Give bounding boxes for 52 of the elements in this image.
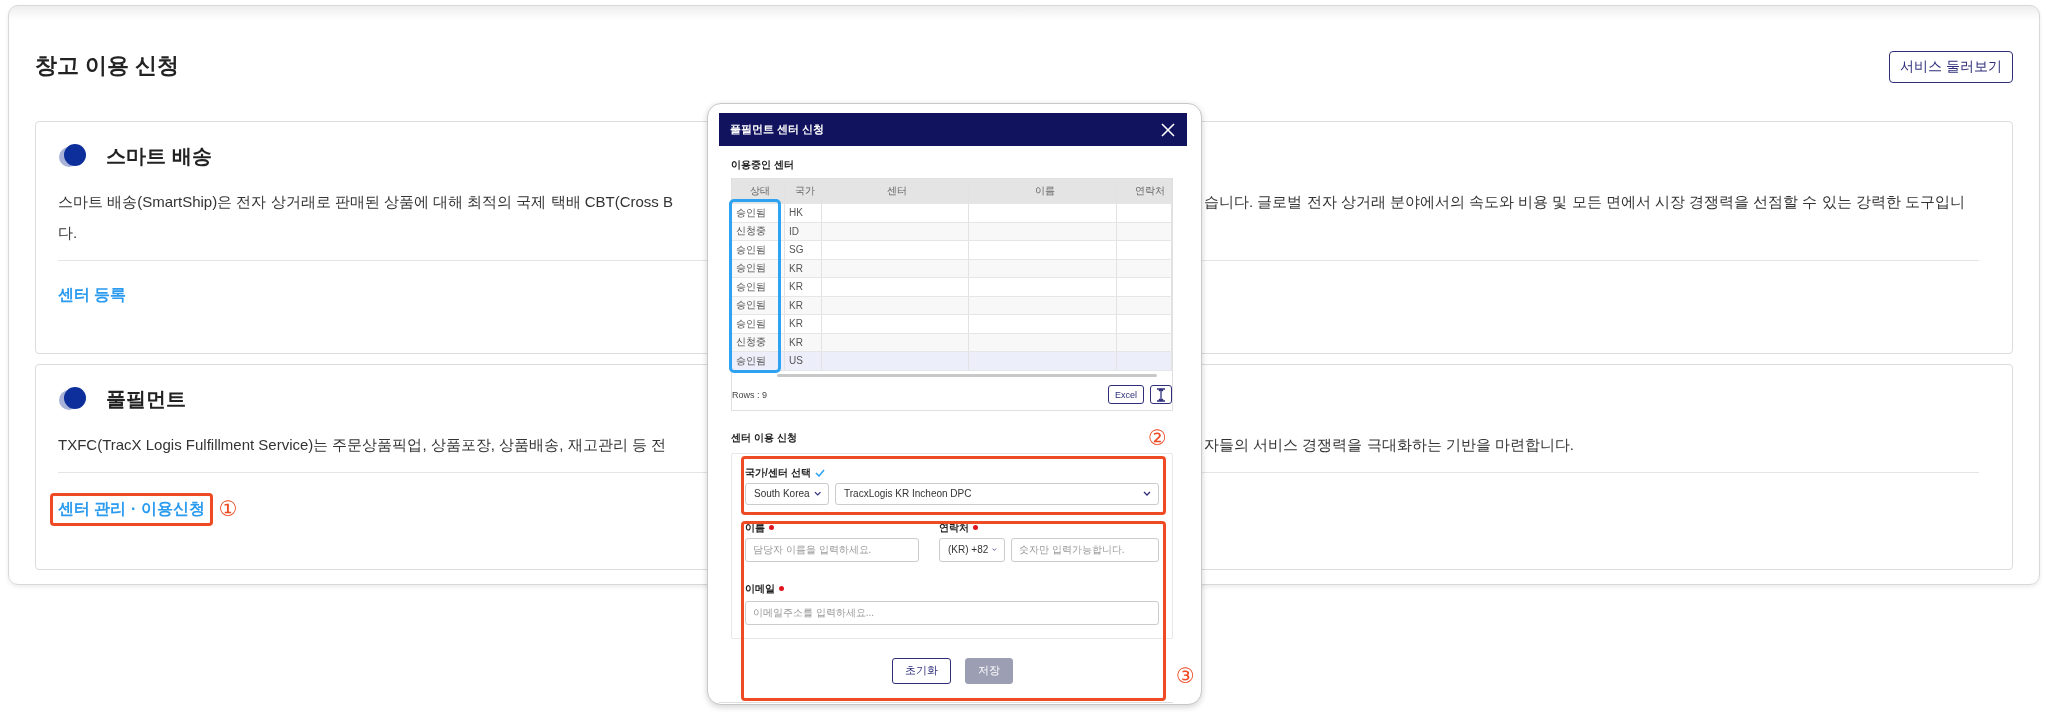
field-label: 국가/센터 선택 bbox=[745, 465, 811, 480]
table-cell[interactable]: US bbox=[785, 352, 822, 370]
dialog-title: 풀필먼트 센터 신청 bbox=[730, 122, 825, 137]
table-cell[interactable]: SG bbox=[785, 241, 822, 259]
table-cell[interactable]: KR bbox=[785, 315, 822, 333]
callout-number: ③ bbox=[1176, 664, 1195, 688]
excel-button[interactable]: Excel bbox=[1108, 385, 1144, 404]
resize-icon bbox=[1155, 387, 1167, 402]
column-header: 이름 bbox=[969, 179, 1117, 203]
service-description: 습니다. 글로벌 전자 상거래 분야에서의 속도와 비용 및 모든 면에서 시장 경쟁력을 선점할 수 있는 강력한 도구입니 bbox=[1204, 192, 1965, 212]
chevron-down-icon bbox=[813, 491, 821, 496]
row-count: Rows : 9 bbox=[732, 389, 767, 400]
service-description: 자들의 서비스 경쟁력을 극대화하는 기반을 마련합니다. bbox=[1204, 435, 1574, 455]
circles-icon bbox=[58, 386, 88, 412]
chevron-down-icon bbox=[1143, 491, 1151, 496]
section-title: 이용중인 센터 bbox=[731, 158, 794, 172]
page-title: 창고 이용 신청 bbox=[35, 52, 180, 80]
service-title: 풀필먼트 bbox=[106, 386, 186, 412]
section-title: 센터 이용 신청 bbox=[731, 430, 797, 445]
field-label: 이름 bbox=[745, 520, 765, 535]
phone-field[interactable]: 숫자만 입력가능합니다. bbox=[1011, 537, 1159, 562]
phone-code-select[interactable]: (KR) +82 bbox=[939, 537, 1005, 562]
table-cell[interactable]: KR bbox=[785, 278, 822, 296]
callout-number: ① bbox=[218, 497, 238, 521]
service-description: 다. bbox=[58, 223, 78, 243]
name-field[interactable]: 담당자 이름을 입력하세요. bbox=[745, 537, 919, 562]
table-cell[interactable]: HK bbox=[785, 204, 822, 222]
column-header: 상태 bbox=[732, 179, 785, 203]
table-cell[interactable]: KR bbox=[785, 296, 822, 314]
callout-number: ② bbox=[1148, 426, 1167, 450]
field-label: 이메일 bbox=[745, 581, 775, 596]
circles-icon bbox=[58, 143, 88, 169]
table-cell[interactable]: KR bbox=[785, 333, 822, 351]
chevron-down-icon bbox=[992, 547, 997, 552]
tour-button[interactable]: 서비스 둘러보기 bbox=[1889, 51, 2013, 83]
column-header: 국가 bbox=[785, 179, 822, 203]
column-header: 연락처 bbox=[1117, 179, 1172, 203]
country-select[interactable]: South Korea bbox=[745, 482, 829, 505]
email-field[interactable]: 이메일주소를 입력하세요... bbox=[745, 600, 1159, 625]
table-cell[interactable]: KR bbox=[785, 259, 822, 277]
center-select[interactable]: TracxLogis KR Incheon DPC bbox=[835, 482, 1159, 505]
scrollbar[interactable] bbox=[777, 373, 1157, 377]
service-description: 스마트 배송(SmartShip)은 전자 상거래로 판매된 상품에 대해 최적의 국제 택배 CBT(Cross B bbox=[58, 192, 674, 212]
dialog-button[interactable]: 초기화 bbox=[891, 657, 951, 684]
service-title: 스마트 배송 bbox=[106, 143, 212, 169]
resize-button[interactable] bbox=[1150, 385, 1172, 404]
column-header: 센터 bbox=[822, 179, 969, 203]
close-icon[interactable] bbox=[1161, 122, 1175, 137]
service-description: TXFC(TracX Logis Fulfillment Service)는 주문상품픽업, 상품포장, 상품배송, 재고관리 등 전 bbox=[58, 435, 666, 455]
field-label: 연락처 bbox=[939, 520, 969, 535]
check-icon bbox=[814, 468, 825, 477]
table-cell[interactable]: ID bbox=[785, 222, 822, 240]
